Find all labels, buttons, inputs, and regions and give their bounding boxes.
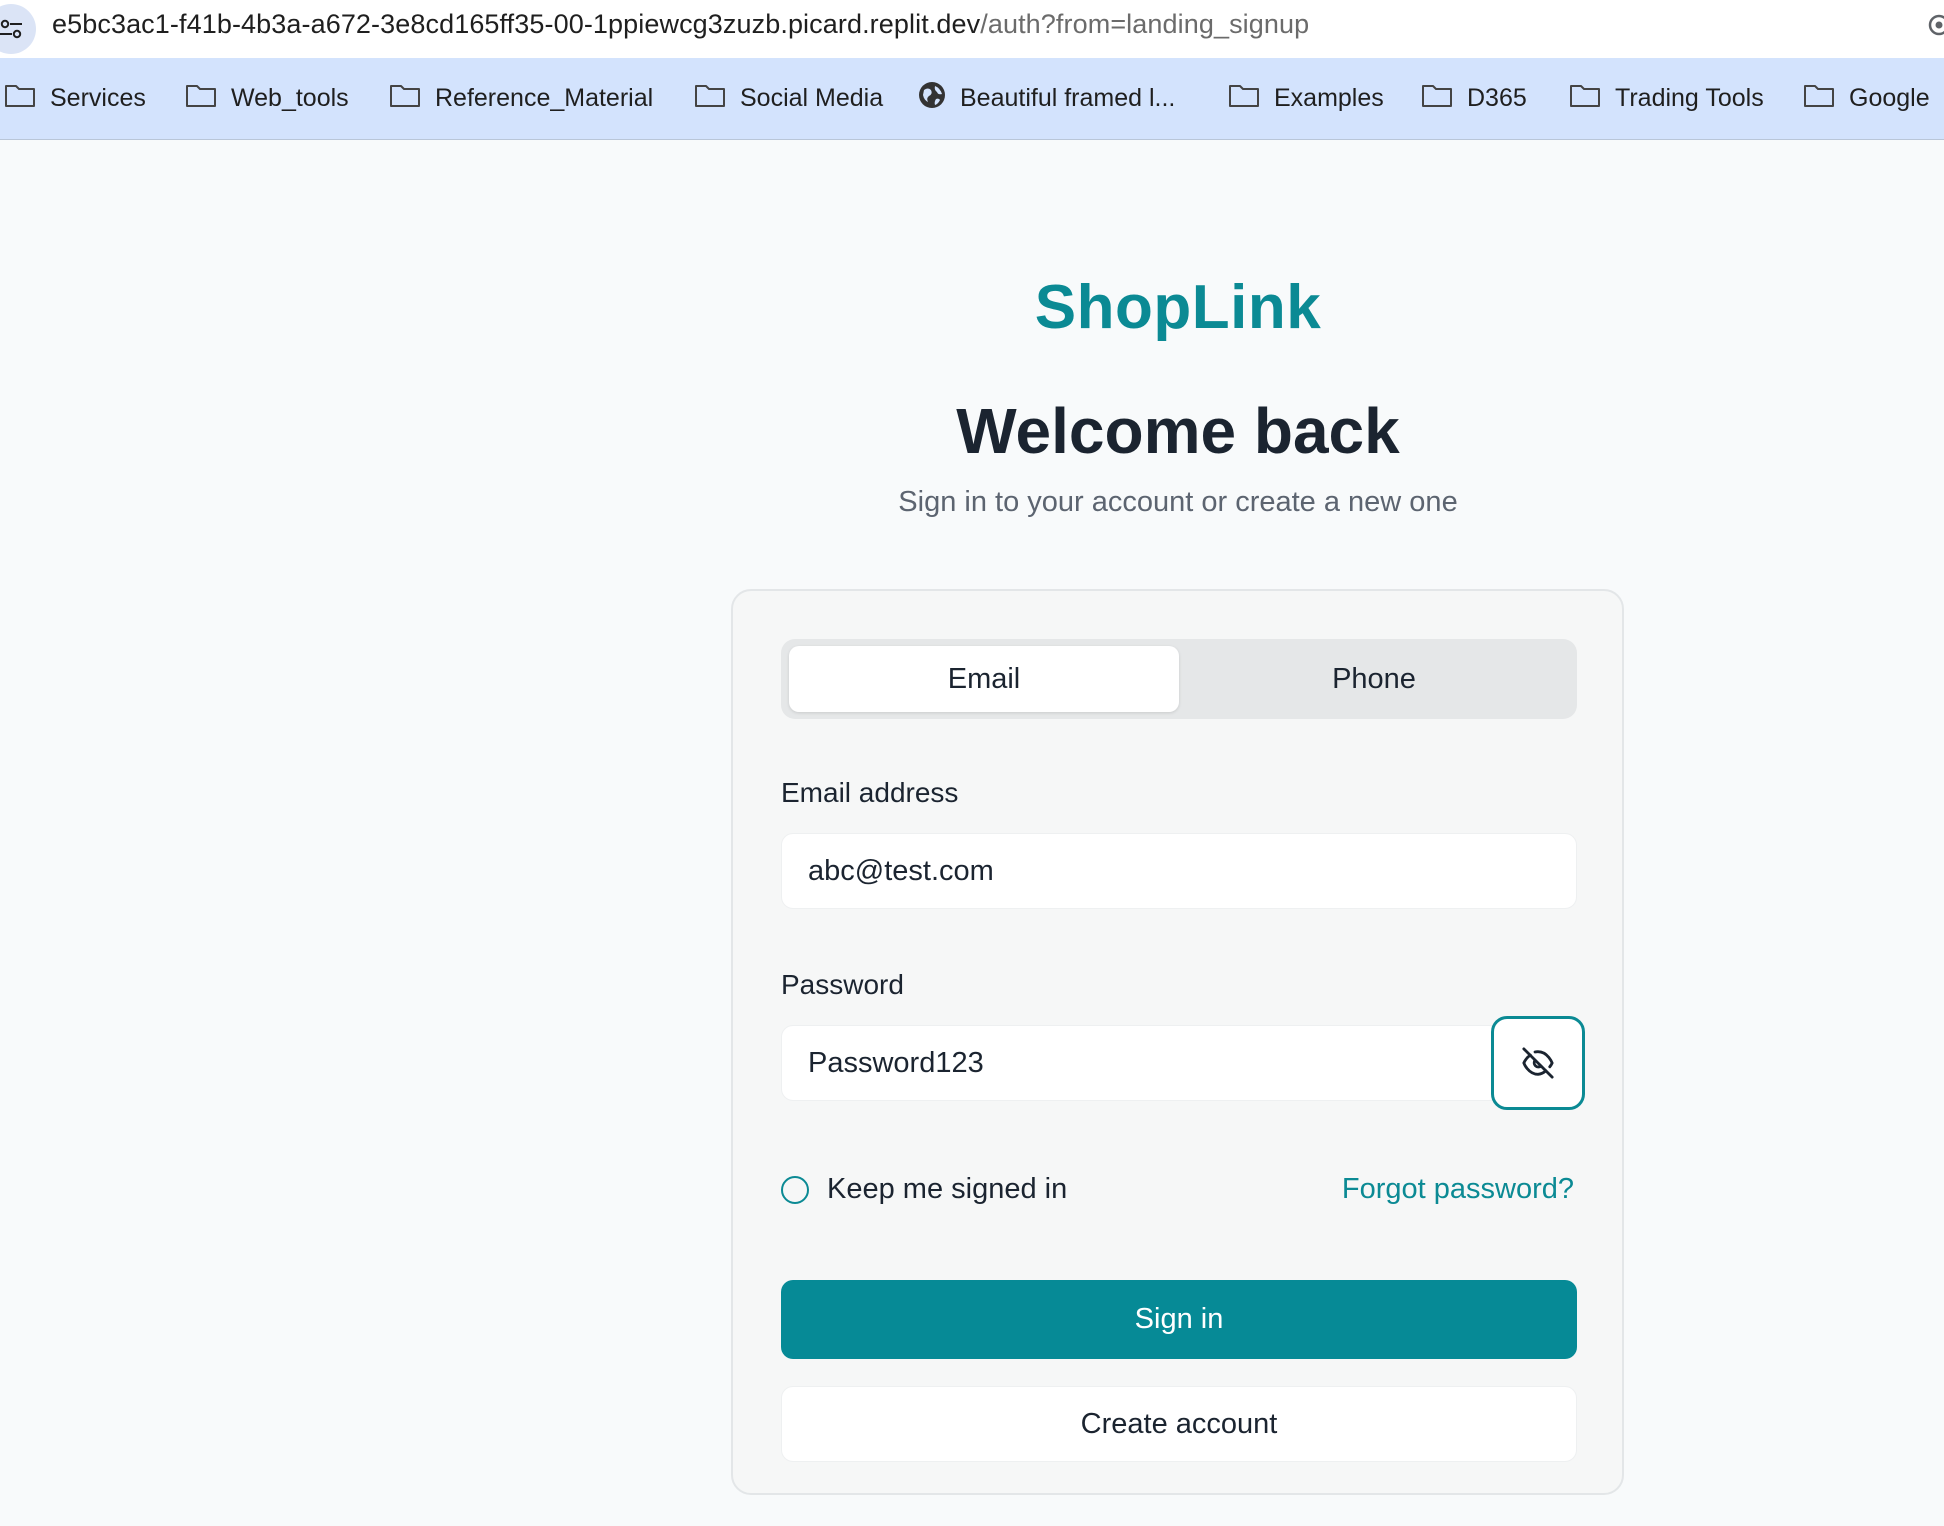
url-path: /auth?from=landing_signup: [980, 9, 1310, 39]
lens-icon[interactable]: [1926, 12, 1944, 38]
password-label: Password: [781, 969, 904, 1000]
tune-icon: [0, 19, 22, 39]
page-title: Welcome back: [956, 395, 1400, 467]
folder-icon: [4, 82, 36, 115]
bookmark-trading-tools[interactable]: Trading Tools: [1569, 58, 1764, 139]
bookmark-label: Examples: [1274, 84, 1384, 112]
keep-signed-in-checkbox[interactable]: [781, 1175, 809, 1204]
address-bar: e5bc3ac1-f41b-4b3a-a672-3e8cd165ff35-00-…: [0, 0, 1944, 58]
bookmark-web-tools[interactable]: Web_tools: [185, 58, 349, 139]
folder-icon: [694, 82, 726, 115]
keep-signed-in-label: Keep me signed in: [827, 1173, 1068, 1205]
bookmarks-bar: Services Web_tools Reference_Material So…: [0, 58, 1944, 140]
folder-icon: [185, 82, 217, 115]
folder-icon: [1803, 82, 1835, 115]
bookmark-reference-material[interactable]: Reference_Material: [389, 58, 653, 139]
signin-card: Email Phone Email address Password Keep …: [731, 589, 1624, 1495]
bookmark-label: Web_tools: [231, 84, 349, 112]
tab-phone[interactable]: Phone: [1179, 646, 1569, 712]
forgot-password-link[interactable]: Forgot password?: [1342, 1173, 1574, 1206]
folder-icon: [1569, 82, 1601, 115]
email-label: Email address: [781, 777, 959, 808]
folder-icon: [1228, 82, 1260, 115]
eye-off-icon: [1522, 1047, 1554, 1079]
bookmark-label: Services: [50, 84, 146, 112]
sign-in-button[interactable]: Sign in: [781, 1280, 1577, 1359]
bookmark-label: Social Media: [740, 84, 884, 112]
bookmark-examples[interactable]: Examples: [1228, 58, 1384, 139]
tab-email[interactable]: Email: [789, 646, 1179, 712]
bookmark-google[interactable]: Google: [1803, 58, 1930, 139]
create-account-button[interactable]: Create account: [781, 1386, 1577, 1462]
url-host: e5bc3ac1-f41b-4b3a-a672-3e8cd165ff35-00-…: [52, 9, 981, 39]
folder-icon: [1421, 82, 1453, 115]
bookmark-label: Trading Tools: [1615, 84, 1764, 112]
keep-signed-in-option[interactable]: Keep me signed in: [781, 1173, 1067, 1206]
auth-method-tabs: Email Phone: [781, 639, 1577, 719]
bookmark-beautiful-framed[interactable]: Beautiful framed l...: [918, 58, 1175, 139]
folder-icon: [389, 82, 421, 115]
globe-icon: [918, 81, 946, 116]
bookmark-label: Reference_Material: [435, 84, 654, 112]
password-field[interactable]: [781, 1025, 1501, 1101]
toggle-password-visibility-button[interactable]: [1491, 1016, 1585, 1110]
bookmark-d365[interactable]: D365: [1421, 58, 1527, 139]
bookmark-label: Google: [1849, 84, 1930, 112]
bookmark-social-media[interactable]: Social Media: [694, 58, 883, 139]
page-subtitle: Sign in to your account or create a new …: [898, 486, 1458, 518]
site-info-button[interactable]: [0, 4, 36, 54]
bookmark-label: Beautiful framed l...: [960, 84, 1176, 112]
brand-logo: ShopLink: [1034, 273, 1322, 342]
email-field[interactable]: [781, 833, 1577, 909]
url-field[interactable]: e5bc3ac1-f41b-4b3a-a672-3e8cd165ff35-00-…: [52, 9, 1309, 40]
bookmark-services[interactable]: Services: [4, 58, 146, 139]
bookmark-label: D365: [1467, 84, 1527, 112]
